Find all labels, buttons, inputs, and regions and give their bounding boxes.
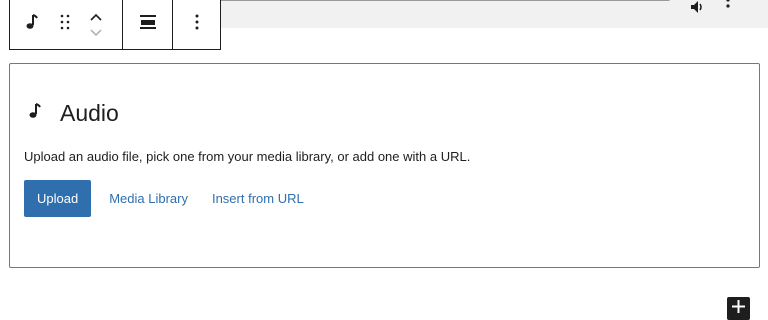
player-more-icon[interactable] <box>726 0 730 14</box>
options-button[interactable] <box>173 0 220 49</box>
music-note-icon <box>25 13 39 36</box>
toolbar-group-align <box>122 0 172 49</box>
upload-button[interactable]: Upload <box>24 180 92 217</box>
plus-icon <box>732 299 745 318</box>
volume-icon[interactable] <box>690 0 706 16</box>
placeholder-instructions: Upload an audio file, pick one from your… <box>24 149 471 164</box>
media-library-button[interactable]: Media Library <box>109 191 188 206</box>
insert-from-url-button[interactable]: Insert from URL <box>212 191 304 206</box>
align-button[interactable] <box>123 0 172 49</box>
chevron-down-icon <box>90 28 102 36</box>
drag-handle[interactable] <box>54 0 76 49</box>
block-type-button[interactable] <box>10 0 54 49</box>
block-mover <box>76 0 116 49</box>
placeholder-actions: Upload Media Library Insert from URL <box>24 180 304 217</box>
player-progress-bar[interactable] <box>210 0 670 1</box>
move-up-button[interactable] <box>89 9 103 25</box>
align-center-icon <box>139 14 156 35</box>
toolbar-group-block <box>10 0 122 49</box>
placeholder-header: Audio <box>28 100 119 127</box>
audio-player-preview <box>150 0 768 28</box>
toolbar-group-options <box>172 0 220 49</box>
move-down-button[interactable] <box>89 25 103 41</box>
block-inserter-button[interactable] <box>727 297 750 320</box>
chevron-up-icon <box>90 13 102 21</box>
audio-block-placeholder[interactable]: Audio Upload an audio file, pick one fro… <box>9 63 760 268</box>
placeholder-title: Audio <box>60 100 119 126</box>
block-toolbar <box>9 0 221 50</box>
music-note-icon <box>28 102 42 125</box>
more-vertical-icon <box>195 14 199 35</box>
editor-canvas: Audio Upload an audio file, pick one fro… <box>0 0 768 320</box>
drag-handle-icon <box>60 14 70 35</box>
